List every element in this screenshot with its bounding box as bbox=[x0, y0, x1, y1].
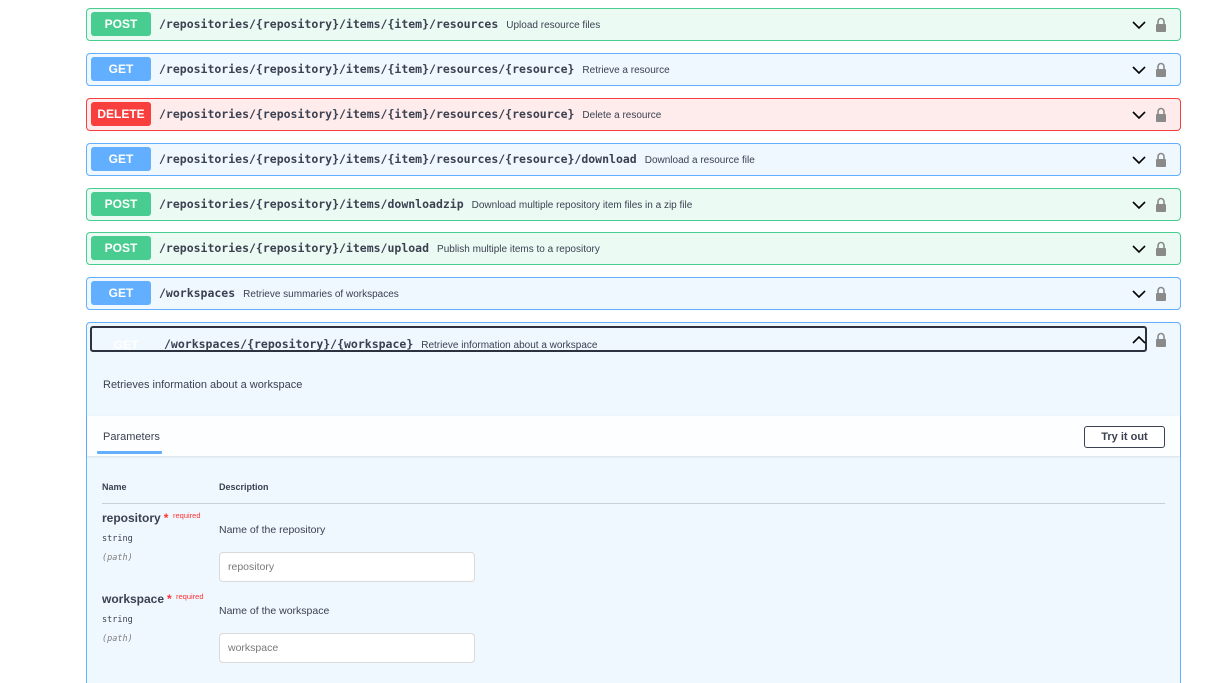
opblock-delete-resource[interactable]: DELETE /repositories/{repository}/items/… bbox=[86, 98, 1181, 131]
param-location: (path) bbox=[102, 634, 133, 644]
opblock-summary[interactable]: GET /workspaces Retrieve summaries of wor… bbox=[87, 278, 1180, 309]
param-description: Name of the workspace bbox=[219, 605, 330, 617]
tab-parameters[interactable]: Parameters bbox=[103, 431, 160, 443]
method-badge: GET bbox=[113, 338, 139, 352]
endpoint-summary: Publish multiple items to a repository bbox=[437, 244, 600, 255]
try-it-out-button[interactable]: Try it out bbox=[1084, 426, 1165, 448]
operation-description: Retrieves information about a workspace bbox=[103, 379, 303, 391]
endpoint-path: /workspaces Retrieve summaries of workspa… bbox=[159, 286, 399, 300]
lock-icon[interactable] bbox=[1155, 152, 1167, 168]
method-badge: POST bbox=[91, 192, 151, 216]
method-badge: POST bbox=[91, 12, 151, 36]
opblock-post-resources[interactable]: POST /repositories/{repository}/items/{i… bbox=[86, 8, 1181, 41]
workspace-input[interactable] bbox=[219, 633, 475, 663]
chevron-down-icon[interactable] bbox=[1132, 198, 1146, 212]
column-header-description: Description bbox=[219, 482, 269, 492]
method-badge: DELETE bbox=[91, 102, 151, 126]
endpoint-summary: Retrieve summaries of workspaces bbox=[243, 289, 399, 300]
param-description: Name of the repository bbox=[219, 524, 326, 536]
endpoint-summary: Upload resource files bbox=[506, 20, 601, 31]
param-type: string bbox=[102, 615, 133, 625]
method-badge: GET bbox=[91, 147, 151, 171]
lock-icon[interactable] bbox=[1155, 62, 1167, 78]
endpoint-path: /workspaces/{repository}/{workspace} Retr… bbox=[164, 337, 598, 351]
opblock-summary[interactable]: POST /repositories/{repository}/items/do… bbox=[87, 189, 1180, 220]
endpoint-summary: Retrieve a resource bbox=[582, 65, 670, 76]
lock-icon[interactable] bbox=[1155, 286, 1167, 302]
opblock-get-resource[interactable]: GET /repositories/{repository}/items/{it… bbox=[86, 53, 1181, 86]
method-badge: GET bbox=[91, 281, 151, 305]
column-header-name: Name bbox=[102, 482, 127, 492]
lock-icon[interactable] bbox=[1155, 17, 1167, 33]
opblock-summary[interactable]: GET /repositories/{repository}/items/{it… bbox=[87, 144, 1180, 175]
method-badge: POST bbox=[91, 236, 151, 260]
parameters-header: Parameters Try it out bbox=[87, 416, 1180, 456]
chevron-up-icon[interactable] bbox=[1132, 333, 1146, 347]
opblock-summary[interactable]: POST /repositories/{repository}/items/{i… bbox=[87, 9, 1180, 40]
endpoint-path: /repositories/{repository}/items/{item}/… bbox=[159, 107, 662, 121]
chevron-down-icon[interactable] bbox=[1132, 287, 1146, 301]
required-label: required bbox=[173, 511, 201, 520]
endpoint-path: /repositories/{repository}/items/{item}/… bbox=[159, 17, 601, 31]
lock-icon[interactable] bbox=[1155, 332, 1167, 348]
endpoint-summary: Download a resource file bbox=[644, 155, 755, 166]
opblock-post-upload[interactable]: POST /repositories/{repository}/items/up… bbox=[86, 232, 1181, 265]
required-star: * bbox=[167, 592, 172, 606]
required-label: required bbox=[176, 592, 204, 601]
param-name: workspace * bbox=[102, 592, 172, 606]
chevron-down-icon[interactable] bbox=[1132, 18, 1146, 32]
param-type: string bbox=[102, 534, 133, 544]
endpoint-summary: Retrieve information about a workspace bbox=[421, 340, 598, 351]
chevron-down-icon[interactable] bbox=[1132, 63, 1146, 77]
endpoint-summary: Delete a resource bbox=[582, 110, 662, 121]
opblock-summary[interactable]: POST /repositories/{repository}/items/up… bbox=[87, 233, 1180, 264]
opblock-summary[interactable]: GET /repositories/{repository}/items/{it… bbox=[87, 54, 1180, 85]
opblock-get-resource-download[interactable]: GET /repositories/{repository}/items/{it… bbox=[86, 143, 1181, 176]
repository-input[interactable] bbox=[219, 552, 475, 582]
lock-icon[interactable] bbox=[1155, 197, 1167, 213]
tab-underline bbox=[97, 451, 162, 454]
opblock-get-workspace-expanded: GET /workspaces/{repository}/{workspace}… bbox=[86, 322, 1181, 683]
chevron-down-icon[interactable] bbox=[1132, 153, 1146, 167]
chevron-down-icon[interactable] bbox=[1132, 242, 1146, 256]
endpoint-summary: Download multiple repository item files … bbox=[471, 200, 693, 211]
param-location: (path) bbox=[102, 553, 133, 563]
opblock-summary[interactable]: GET /workspaces/{repository}/{workspace}… bbox=[90, 326, 1147, 352]
opblock-summary[interactable]: DELETE /repositories/{repository}/items/… bbox=[87, 99, 1180, 130]
param-name: repository * bbox=[102, 511, 169, 525]
opblock-get-workspaces[interactable]: GET /workspaces Retrieve summaries of wor… bbox=[86, 277, 1181, 310]
lock-icon[interactable] bbox=[1155, 241, 1167, 257]
required-star: * bbox=[163, 511, 169, 525]
chevron-down-icon[interactable] bbox=[1132, 108, 1146, 122]
method-badge: GET bbox=[91, 57, 151, 81]
endpoint-path: /repositories/{repository}/items/{item}/… bbox=[159, 152, 755, 166]
endpoint-path: /repositories/{repository}/items/upload P… bbox=[159, 241, 600, 255]
endpoint-path: /repositories/{repository}/items/downloa… bbox=[159, 197, 693, 211]
endpoint-path: /repositories/{repository}/items/{item}/… bbox=[159, 62, 670, 76]
header-divider bbox=[102, 503, 1165, 504]
lock-icon[interactable] bbox=[1155, 107, 1167, 123]
opblock-post-downloadzip[interactable]: POST /repositories/{repository}/items/do… bbox=[86, 188, 1181, 221]
